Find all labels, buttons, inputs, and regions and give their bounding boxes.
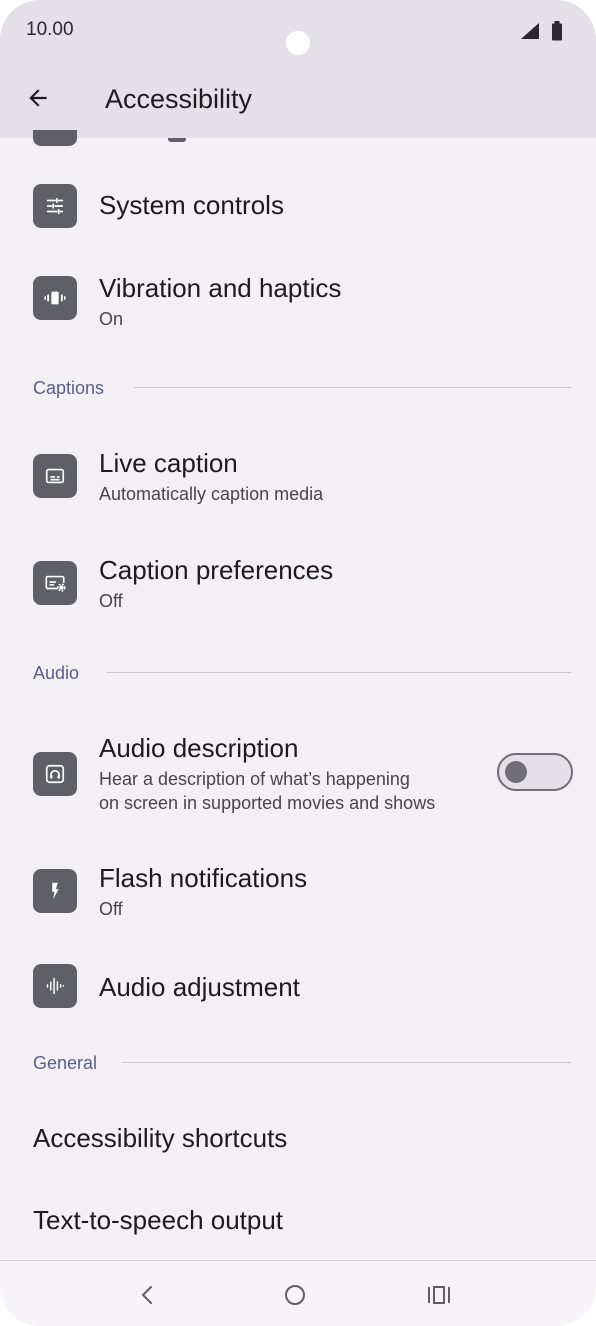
section-divider [122, 1062, 571, 1063]
item-title: Caption preferences [99, 555, 334, 585]
section-divider [106, 672, 571, 673]
waveform-icon [33, 964, 77, 1008]
list-item-accessibility-shortcuts[interactable]: Accessibility shortcuts [0, 1103, 596, 1173]
nav-recents-button[interactable] [419, 1275, 459, 1315]
nav-back-button[interactable] [128, 1275, 168, 1315]
audio-description-toggle[interactable] [497, 753, 573, 791]
partial-item-icon [33, 130, 77, 146]
item-title: Accessibility shortcuts [33, 1123, 288, 1153]
item-title: System controls [99, 190, 284, 220]
camera-cutout [286, 31, 310, 55]
item-subtitle: Off [99, 591, 123, 611]
item-subtitle: On [99, 309, 124, 329]
page-title: Accessibility [105, 84, 253, 114]
list-item-audio-adjustment[interactable]: Audio adjustment [0, 958, 596, 1018]
arrow-back-icon [29, 89, 47, 107]
item-subtitle: Off [99, 899, 123, 919]
list-item-text-to-speech[interactable]: Text-to-speech output [0, 1185, 596, 1255]
list-item-flash-notifications[interactable]: Flash notifications Off [0, 853, 596, 933]
item-title: Text-to-speech output [33, 1205, 284, 1235]
section-header-general: General [33, 1053, 98, 1073]
section-header-audio: Audio [33, 663, 80, 683]
item-title: Vibration and haptics [99, 273, 342, 303]
list-item-system-controls[interactable]: System controls [0, 168, 596, 248]
app-bar: Accessibility [0, 60, 596, 138]
item-subtitle: Automatically caption media [99, 484, 324, 504]
toggle-knob [505, 761, 527, 783]
list-item-audio-description[interactable]: Audio description Hear a description of … [0, 723, 596, 823]
caption-settings-icon [33, 561, 77, 605]
section-header-captions: Captions [33, 378, 105, 398]
nav-home-icon [285, 1285, 305, 1305]
vibration-icon [33, 276, 77, 320]
tune-icon [33, 184, 77, 228]
list-item-vibration-haptics[interactable]: Vibration and haptics On [0, 263, 596, 343]
partial-item-text [168, 138, 186, 142]
signal-icon [521, 23, 539, 39]
list-item-caption-preferences[interactable]: Caption preferences Off [0, 545, 596, 625]
flash-icon [33, 869, 77, 913]
item-title: Audio adjustment [99, 972, 300, 1002]
item-subtitle-line2: on screen in supported movies and shows [99, 793, 436, 813]
section-divider [134, 387, 571, 388]
back-button[interactable] [18, 78, 58, 118]
item-title: Flash notifications [99, 863, 308, 893]
item-title: Audio description [99, 733, 299, 763]
subtitles-icon [33, 454, 77, 498]
battery-icon [552, 21, 562, 41]
item-title: Live caption [99, 448, 238, 478]
item-subtitle-line1: Hear a description of what’s happening [99, 769, 410, 789]
navigation-bar [0, 1260, 596, 1326]
list-item-live-caption[interactable]: Live caption Automatically caption media [0, 438, 596, 518]
nav-back-icon [141, 1286, 152, 1304]
status-time: 10.00 [26, 19, 74, 40]
phone-screen: 10.00 Accessibility System controls Vibr… [0, 0, 596, 1326]
status-bar: 10.00 [0, 0, 596, 60]
nav-home-button[interactable] [275, 1275, 315, 1315]
headphones-icon [33, 752, 77, 796]
nav-recents-icon [428, 1286, 450, 1304]
